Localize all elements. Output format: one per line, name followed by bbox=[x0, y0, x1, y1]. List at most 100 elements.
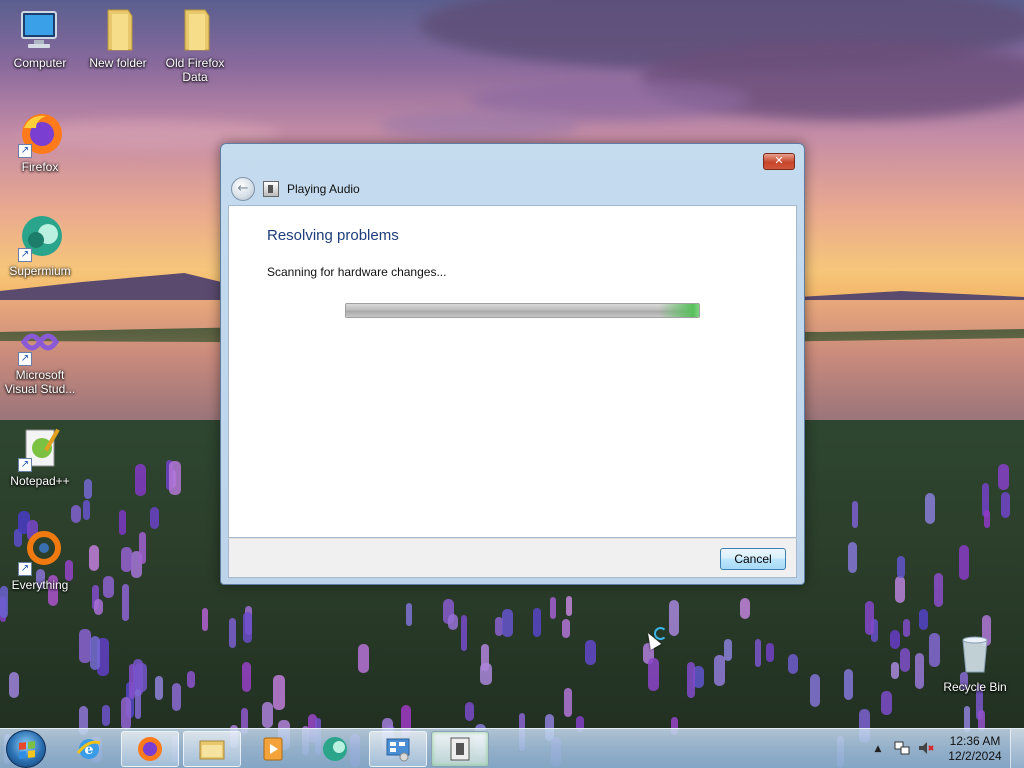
wallpaper-flower bbox=[984, 509, 991, 529]
shortcut-arrow-icon: ↗ bbox=[18, 562, 32, 576]
control-panel-icon bbox=[386, 738, 410, 762]
wallpaper-flower bbox=[686, 662, 695, 699]
speaker-icon bbox=[263, 181, 279, 197]
wallpaper-flower bbox=[102, 575, 114, 599]
desktop-icon-computer[interactable]: Computer bbox=[0, 6, 80, 70]
taskbar-internet-explorer[interactable]: e bbox=[60, 731, 118, 767]
wallpaper-flower bbox=[997, 464, 1010, 491]
desktop-icon-new-folder[interactable]: New folder bbox=[78, 6, 158, 70]
content-pane: Resolving problems Scanning for hardware… bbox=[228, 205, 797, 538]
wallpaper-flower bbox=[501, 609, 514, 637]
wallpaper-flower bbox=[134, 688, 141, 720]
clock[interactable]: 12:36 AM 12/2/2024 bbox=[940, 734, 1010, 764]
wallpaper-flower bbox=[724, 638, 733, 661]
wallpaper-flower bbox=[848, 541, 858, 574]
desktop-icon-label: Notepad++ bbox=[10, 474, 70, 488]
progress-bar bbox=[345, 303, 700, 318]
wallpaper-flower bbox=[465, 702, 475, 721]
cancel-button[interactable]: Cancel bbox=[720, 548, 786, 570]
wallpaper-flower bbox=[406, 602, 413, 627]
wallpaper-flower bbox=[168, 460, 181, 496]
wallpaper-flower bbox=[897, 556, 905, 578]
wallpaper-flower bbox=[561, 618, 571, 638]
taskbar-file-explorer[interactable] bbox=[183, 731, 241, 767]
firefox-icon bbox=[138, 737, 162, 761]
wallpaper-flower bbox=[564, 688, 573, 717]
wallpaper-flower bbox=[1001, 492, 1010, 519]
wallpaper-flower bbox=[934, 572, 943, 608]
status-text: Scanning for hardware changes... bbox=[267, 265, 447, 279]
system-tray: ▲ 12:36 AM 12/2/2024 bbox=[868, 729, 1024, 768]
wallpaper-flower bbox=[460, 614, 468, 651]
tray-expand-icon[interactable]: ▲ bbox=[868, 739, 888, 759]
desktop-icon-label: Everything bbox=[11, 578, 69, 592]
wallpaper-flower bbox=[481, 643, 489, 672]
desktop-icon-label: Microsoft Visual Stud... bbox=[4, 368, 76, 396]
wallpaper-flower bbox=[903, 619, 911, 638]
wallpaper-flower bbox=[754, 639, 761, 668]
everything-icon: ↗ bbox=[16, 528, 64, 576]
desktop-icon-old-firefox-data[interactable]: Old Firefox Data bbox=[155, 6, 235, 84]
wallpaper-flower bbox=[851, 500, 858, 528]
taskbar-firefox[interactable] bbox=[121, 731, 179, 767]
wallpaper-flower bbox=[584, 639, 597, 666]
wallpaper-flower bbox=[186, 671, 195, 688]
desktop-icon-visual-studio[interactable]: ↗ Microsoft Visual Stud... bbox=[0, 318, 80, 396]
wallpaper-flower bbox=[93, 598, 103, 616]
taskbar-supermium[interactable] bbox=[306, 731, 364, 767]
start-button[interactable] bbox=[6, 730, 46, 768]
back-arrow-icon[interactable]: ← bbox=[231, 177, 255, 201]
wallpaper-flower bbox=[889, 630, 901, 650]
taskbar-control-panel[interactable] bbox=[369, 731, 427, 767]
page-heading: Resolving problems bbox=[267, 227, 399, 244]
wallpaper-flower bbox=[89, 545, 100, 571]
close-button[interactable]: ✕ bbox=[763, 153, 795, 170]
desktop-icon-notepadpp[interactable]: ↗ Notepad++ bbox=[0, 424, 80, 488]
taskbar-troubleshooter[interactable] bbox=[431, 731, 489, 767]
taskbar-media-player[interactable] bbox=[244, 731, 302, 767]
progress-glow bbox=[659, 304, 699, 317]
wallpaper-flower bbox=[79, 628, 91, 664]
desktop-icon-recycle-bin[interactable]: Recycle Bin bbox=[935, 630, 1015, 694]
wallpaper-flower bbox=[102, 704, 111, 726]
clock-time: 12:36 AM bbox=[949, 734, 1001, 748]
wallpaper-flower bbox=[566, 596, 573, 617]
wallpaper-flower bbox=[261, 701, 273, 729]
wallpaper-flower bbox=[668, 599, 679, 636]
wallpaper-flower bbox=[919, 608, 928, 631]
wallpaper-flower bbox=[273, 674, 285, 710]
clock-date: 12/2/2024 bbox=[948, 749, 1002, 763]
volume-muted-icon[interactable] bbox=[916, 739, 936, 759]
network-icon[interactable] bbox=[892, 739, 912, 759]
wallpaper-flower bbox=[549, 596, 557, 619]
desktop-icon-supermium[interactable]: ↗ Supermium bbox=[0, 214, 80, 278]
desktop-icon-everything[interactable]: ↗ Everything bbox=[0, 528, 80, 592]
wallpaper-flower bbox=[532, 607, 541, 638]
wallpaper-flower bbox=[171, 682, 182, 712]
taskbar: e ▲ 12:36 AM 12/2/2024 bbox=[0, 728, 1024, 768]
progress-fill bbox=[346, 304, 699, 317]
desktop-icon-firefox[interactable]: ↗ Firefox bbox=[0, 110, 80, 174]
wallpaper-flower bbox=[202, 607, 209, 631]
wallpaper-flower bbox=[766, 642, 774, 662]
folder-icon bbox=[94, 6, 142, 54]
show-desktop-button[interactable] bbox=[1010, 729, 1024, 768]
folder-icon bbox=[171, 6, 219, 54]
wallpaper-flower bbox=[121, 584, 130, 622]
troubleshooter-window: ✕ ← Playing Audio Resolving problems Sca… bbox=[220, 143, 805, 585]
shortcut-arrow-icon: ↗ bbox=[18, 248, 32, 262]
wallpaper-flower bbox=[82, 500, 91, 520]
wallpaper-flower bbox=[891, 662, 900, 680]
wallpaper-flower bbox=[787, 654, 799, 675]
wallpaper-flower bbox=[90, 635, 100, 671]
wallpaper-flower bbox=[120, 696, 132, 731]
wallpaper-flower bbox=[739, 597, 750, 619]
desktop-icon-label: Computer bbox=[13, 56, 67, 70]
window-footer: Cancel bbox=[228, 538, 797, 578]
wallpaper-flower bbox=[228, 618, 236, 648]
wallpaper-flower bbox=[809, 673, 820, 708]
wallpaper-flower bbox=[958, 545, 969, 581]
desktop-icon-label: New folder bbox=[89, 56, 147, 70]
wallpaper-flower bbox=[8, 671, 19, 698]
desktop-icon-label: Old Firefox Data bbox=[165, 56, 225, 84]
